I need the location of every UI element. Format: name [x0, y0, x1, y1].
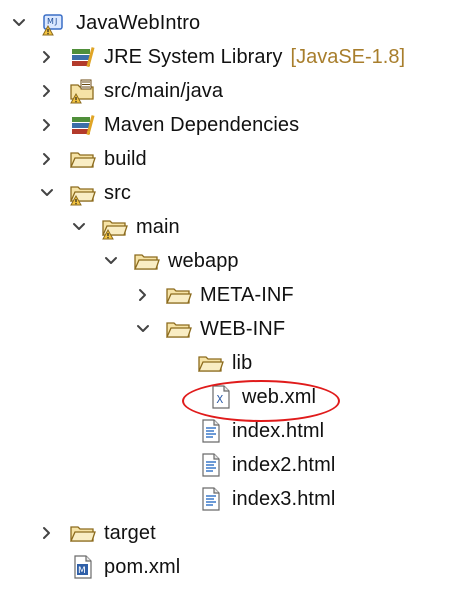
- jre-version-label: [JavaSE-1.8]: [290, 45, 406, 68]
- tree-item-lib[interactable]: lib: [164, 346, 252, 380]
- chevron-right-icon[interactable]: [36, 80, 58, 102]
- maven-dependencies-label: Maven Dependencies: [104, 113, 300, 136]
- build-label: build: [104, 147, 147, 170]
- tree-item-src-main-java[interactable]: src/main/java: [36, 74, 223, 108]
- html-file-icon: [196, 485, 224, 513]
- index-html-label: index.html: [232, 419, 325, 442]
- tree-item-project[interactable]: M J JavaWebIntro: [8, 6, 200, 40]
- tree-item-meta-inf[interactable]: META-INF: [132, 278, 294, 312]
- svg-text:X: X: [217, 393, 224, 406]
- chevron-down-icon[interactable]: [100, 250, 122, 272]
- tree-item-index3-html[interactable]: index3.html: [164, 482, 335, 516]
- html-file-icon: [196, 417, 224, 445]
- svg-text:M: M: [47, 17, 54, 26]
- src-label: src: [104, 181, 131, 204]
- meta-inf-label: META-INF: [200, 283, 294, 306]
- webapp-label: webapp: [168, 249, 239, 272]
- folder-warning-icon: [68, 179, 96, 207]
- tree-item-src[interactable]: src: [36, 176, 131, 210]
- library-books-icon: [68, 111, 96, 139]
- tree-item-web-xml[interactable]: X web.xml: [174, 380, 316, 414]
- chevron-down-icon[interactable]: [36, 182, 58, 204]
- folder-open-icon: [164, 315, 192, 343]
- tree-item-jre-system-library[interactable]: JRE System Library [JavaSE-1.8]: [36, 40, 405, 74]
- folder-open-icon: [132, 247, 160, 275]
- pom-xml-label: pom.xml: [104, 555, 181, 578]
- svg-text:M: M: [78, 566, 86, 576]
- folder-open-icon: [196, 349, 224, 377]
- library-books-icon: [68, 43, 96, 71]
- tree-item-webapp[interactable]: webapp: [100, 244, 239, 278]
- lib-label: lib: [232, 351, 253, 374]
- html-file-icon: [196, 451, 224, 479]
- tree-item-main[interactable]: main: [68, 210, 180, 244]
- target-label: target: [104, 521, 156, 544]
- folder-warning-icon: [100, 213, 128, 241]
- maven-java-project-warning-icon: M J: [40, 9, 68, 37]
- maven-pom-file-icon: M: [68, 553, 96, 581]
- tree-item-maven-dependencies[interactable]: Maven Dependencies: [36, 108, 299, 142]
- web-xml-label: web.xml: [242, 385, 317, 408]
- folder-open-icon: [68, 145, 96, 173]
- svg-text:J: J: [54, 17, 57, 26]
- jre-label: JRE System Library: [104, 45, 283, 68]
- chevron-right-icon[interactable]: [36, 114, 58, 136]
- folder-open-icon: [68, 519, 96, 547]
- src-main-java-label: src/main/java: [104, 79, 224, 102]
- chevron-down-icon[interactable]: [68, 216, 90, 238]
- chevron-down-icon[interactable]: [8, 12, 30, 34]
- index3-html-label: index3.html: [232, 487, 336, 510]
- chevron-right-icon[interactable]: [36, 46, 58, 68]
- tree-item-index2-html[interactable]: index2.html: [164, 448, 335, 482]
- tree-item-target[interactable]: target: [36, 516, 156, 550]
- tree-item-build[interactable]: build: [36, 142, 147, 176]
- project-explorer-tree: M J JavaWebIntro JRE System Library [Jav…: [0, 0, 470, 590]
- chevron-right-icon[interactable]: [36, 522, 58, 544]
- folder-open-icon: [164, 281, 192, 309]
- project-name: JavaWebIntro: [76, 11, 201, 34]
- tree-item-index-html[interactable]: index.html: [164, 414, 324, 448]
- main-label: main: [136, 215, 180, 238]
- tree-item-pom-xml[interactable]: M pom.xml: [36, 550, 180, 584]
- tree-item-web-inf[interactable]: WEB-INF: [132, 312, 285, 346]
- web-inf-label: WEB-INF: [200, 317, 286, 340]
- chevron-right-icon[interactable]: [132, 284, 154, 306]
- source-folder-warning-icon: [68, 77, 96, 105]
- chevron-down-icon[interactable]: [132, 318, 154, 340]
- chevron-right-icon[interactable]: [36, 148, 58, 170]
- index2-html-label: index2.html: [232, 453, 336, 476]
- xml-file-icon: X: [206, 383, 234, 411]
